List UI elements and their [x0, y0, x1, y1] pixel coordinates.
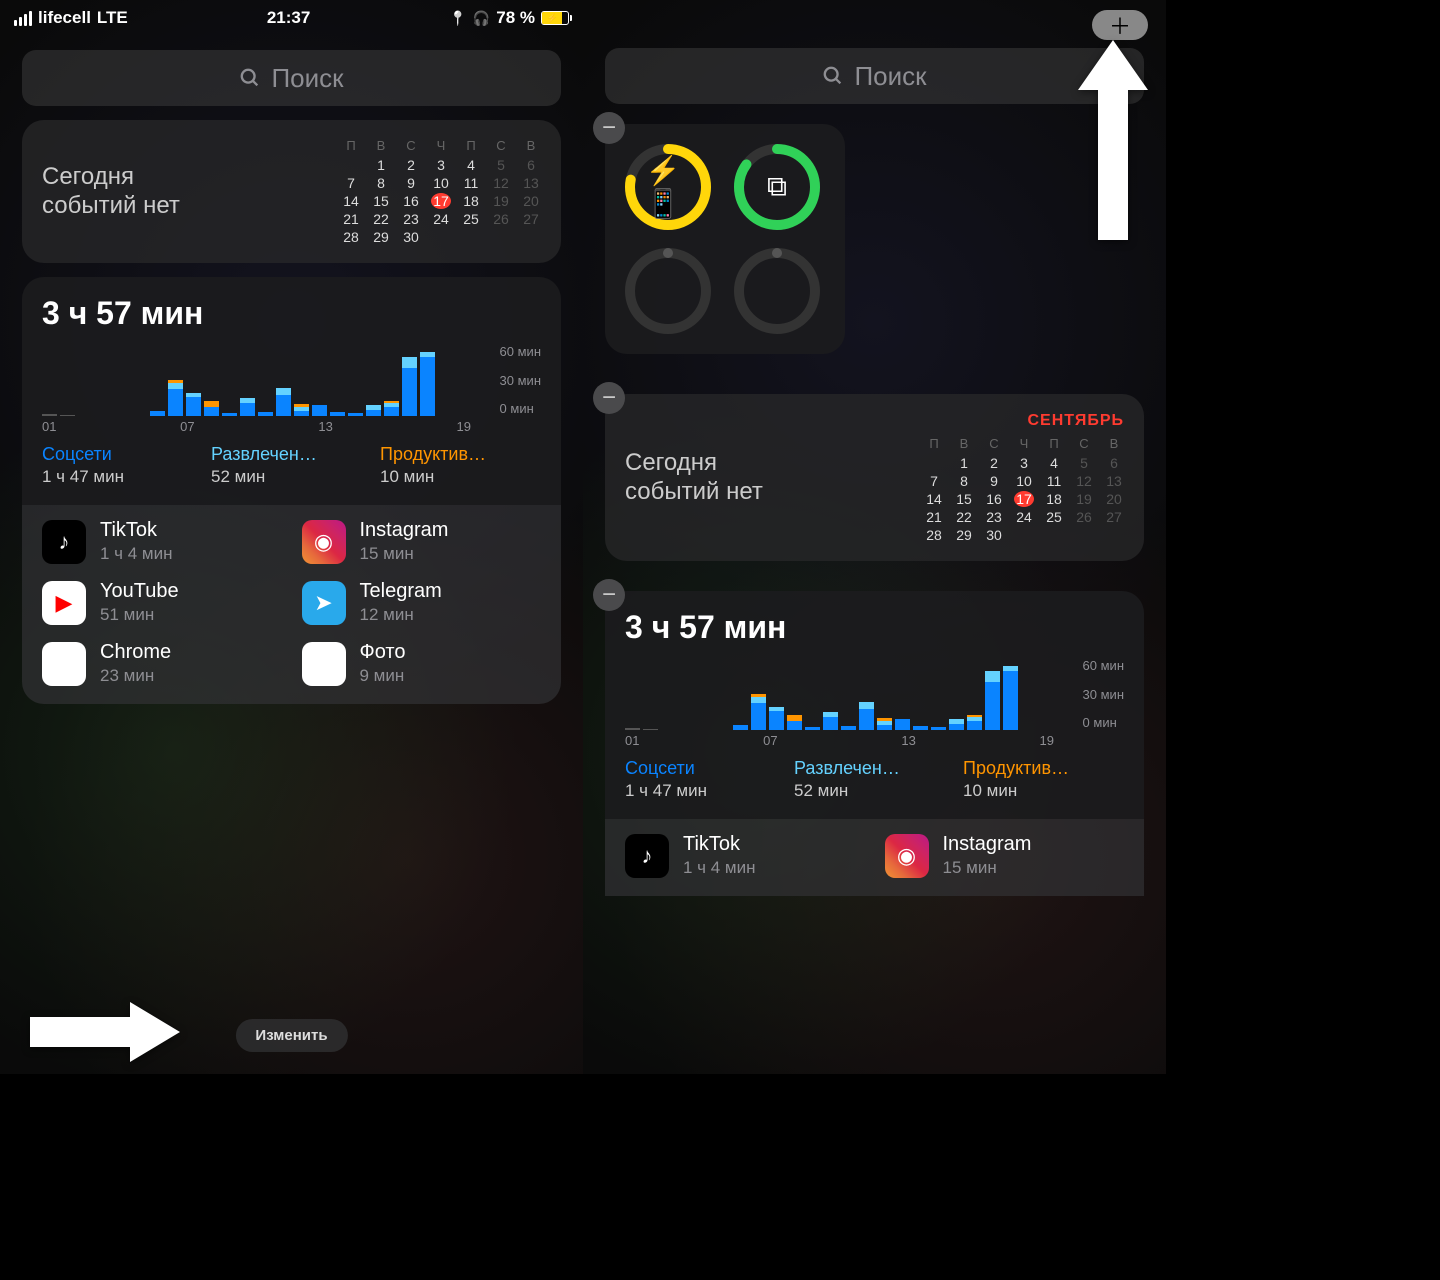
calendar-widget[interactable]: Сегоднясобытий нет ПВСЧПСВ 1234567891011…: [22, 120, 561, 263]
ig-icon: ◉: [885, 834, 929, 878]
screentime-chart: 60 мин30 мин0 мин 01071319: [42, 344, 541, 434]
annotation-arrow-edit: [30, 1002, 180, 1062]
battery-ring: ⚡📱: [623, 142, 713, 232]
app-row[interactable]: ◎ Chrome23 мин: [42, 641, 282, 686]
app-time: 1 ч 4 мин: [100, 544, 173, 564]
app-row[interactable]: ➤ Telegram12 мин: [302, 580, 542, 625]
location-icon: [449, 8, 466, 28]
app-time: 15 мин: [360, 544, 449, 564]
status-bar: lifecell LTE 21:37 78 % ⚡: [0, 0, 583, 36]
yt-icon: ▶: [42, 581, 86, 625]
screentime-widget[interactable]: 3 ч 57 мин 60 мин30 мин0 мин 01071319 Со…: [22, 277, 561, 505]
app-time: 12 мин: [360, 605, 442, 625]
calendar-month: СЕНТЯБРЬ: [924, 412, 1124, 430]
screentime-apps: ♪ TikTok1 ч 4 мин ◉ Instagram15 мин: [605, 819, 1144, 896]
add-widget-button[interactable]: ＋: [1092, 10, 1148, 40]
screentime-apps: ♪ TikTok1 ч 4 мин ◉ Instagram15 мин ▶ YouTube…: [22, 505, 561, 704]
app-name: YouTube: [100, 580, 179, 603]
app-row[interactable]: ❀ Фото9 мин: [302, 641, 542, 686]
screentime-widget[interactable]: − 3 ч 57 мин 60 мин30 мин0 мин 01071319 …: [605, 591, 1144, 819]
app-row[interactable]: ◉ Instagram15 мин: [885, 833, 1125, 878]
search-placeholder: Поиск: [854, 61, 926, 92]
network: LTE: [97, 8, 128, 28]
remove-widget-button[interactable]: −: [593, 579, 625, 611]
remove-widget-button[interactable]: −: [593, 112, 625, 144]
tg-icon: ➤: [302, 581, 346, 625]
app-row[interactable]: ◉ Instagram15 мин: [302, 519, 542, 564]
category-time: 1 ч 47 мин: [42, 467, 203, 487]
search-field[interactable]: Поиск: [22, 50, 561, 106]
ig-icon: ◉: [302, 520, 346, 564]
phone-right: ＋ Поиск − ⚡📱⧉ − Сегоднясобытий нет СЕНТЯ…: [583, 0, 1166, 1074]
app-row[interactable]: ▶ YouTube51 мин: [42, 580, 282, 625]
category-time: 10 мин: [963, 781, 1124, 801]
screentime-total: 3 ч 57 мин: [42, 295, 541, 332]
calendar-widget[interactable]: − Сегоднясобытий нет СЕНТЯБРЬ ПВСЧПСВ 12…: [605, 394, 1144, 561]
battery-ring: [623, 246, 713, 336]
app-time: 51 мин: [100, 605, 179, 625]
carrier: lifecell: [38, 8, 91, 28]
category-name: Развлечен…: [211, 444, 372, 465]
app-row[interactable]: ♪ TikTok1 ч 4 мин: [625, 833, 865, 878]
battery-ring: [732, 246, 822, 336]
app-row[interactable]: ♪ TikTok1 ч 4 мин: [42, 519, 282, 564]
calendar-grid: СЕНТЯБРЬ ПВСЧПСВ 12345678910111213141516…: [924, 412, 1124, 543]
app-time: 9 мин: [360, 666, 406, 686]
phone-left: lifecell LTE 21:37 78 % ⚡ Поиск Сегодняс…: [0, 0, 583, 1074]
tiktok-icon: ♪: [625, 834, 669, 878]
app-name: Instagram: [943, 833, 1032, 856]
app-name: Instagram: [360, 519, 449, 542]
calendar-empty-text: Сегоднясобытий нет: [42, 163, 323, 221]
remove-widget-button[interactable]: −: [593, 382, 625, 414]
category-time: 1 ч 47 мин: [625, 781, 786, 801]
battery-pct: 78 %: [496, 8, 535, 28]
category-name: Соцсети: [42, 444, 203, 465]
app-name: TikTok: [683, 833, 756, 856]
app-name: TikTok: [100, 519, 173, 542]
photos-icon: ❀: [302, 642, 346, 686]
battery-icon: ⚡: [541, 11, 569, 25]
search-icon: [822, 65, 844, 87]
search-field[interactable]: Поиск: [605, 48, 1144, 104]
category-time: 52 мин: [211, 467, 372, 487]
category-time: 52 мин: [794, 781, 955, 801]
chrome-icon: ◎: [42, 642, 86, 686]
app-time: 23 мин: [100, 666, 171, 686]
battery-widget[interactable]: − ⚡📱⧉: [605, 124, 845, 354]
app-time: 15 мин: [943, 858, 1032, 878]
calendar-empty-text: Сегоднясобытий нет: [625, 449, 906, 507]
category-name: Продуктив…: [963, 758, 1124, 779]
battery-ring: ⧉: [732, 142, 822, 232]
edit-button[interactable]: Изменить: [235, 1019, 347, 1052]
clock: 21:37: [267, 8, 310, 28]
app-name: Telegram: [360, 580, 442, 603]
search-icon: [239, 67, 261, 89]
signal-icon: [14, 11, 32, 26]
category-name: Соцсети: [625, 758, 786, 779]
app-name: Chrome: [100, 641, 171, 664]
app-name: Фото: [360, 641, 406, 664]
calendar-grid: ПВСЧПСВ 12345678910111213141516171819202…: [341, 138, 541, 245]
search-placeholder: Поиск: [271, 63, 343, 94]
tiktok-icon: ♪: [42, 520, 86, 564]
screentime-chart: 60 мин30 мин0 мин 01071319: [625, 658, 1124, 748]
app-time: 1 ч 4 мин: [683, 858, 756, 878]
category-name: Развлечен…: [794, 758, 955, 779]
category-name: Продуктив…: [380, 444, 541, 465]
screentime-total: 3 ч 57 мин: [625, 609, 1124, 646]
category-time: 10 мин: [380, 467, 541, 487]
headphones-icon: [473, 8, 490, 28]
annotation-arrow-add: [1078, 40, 1148, 240]
